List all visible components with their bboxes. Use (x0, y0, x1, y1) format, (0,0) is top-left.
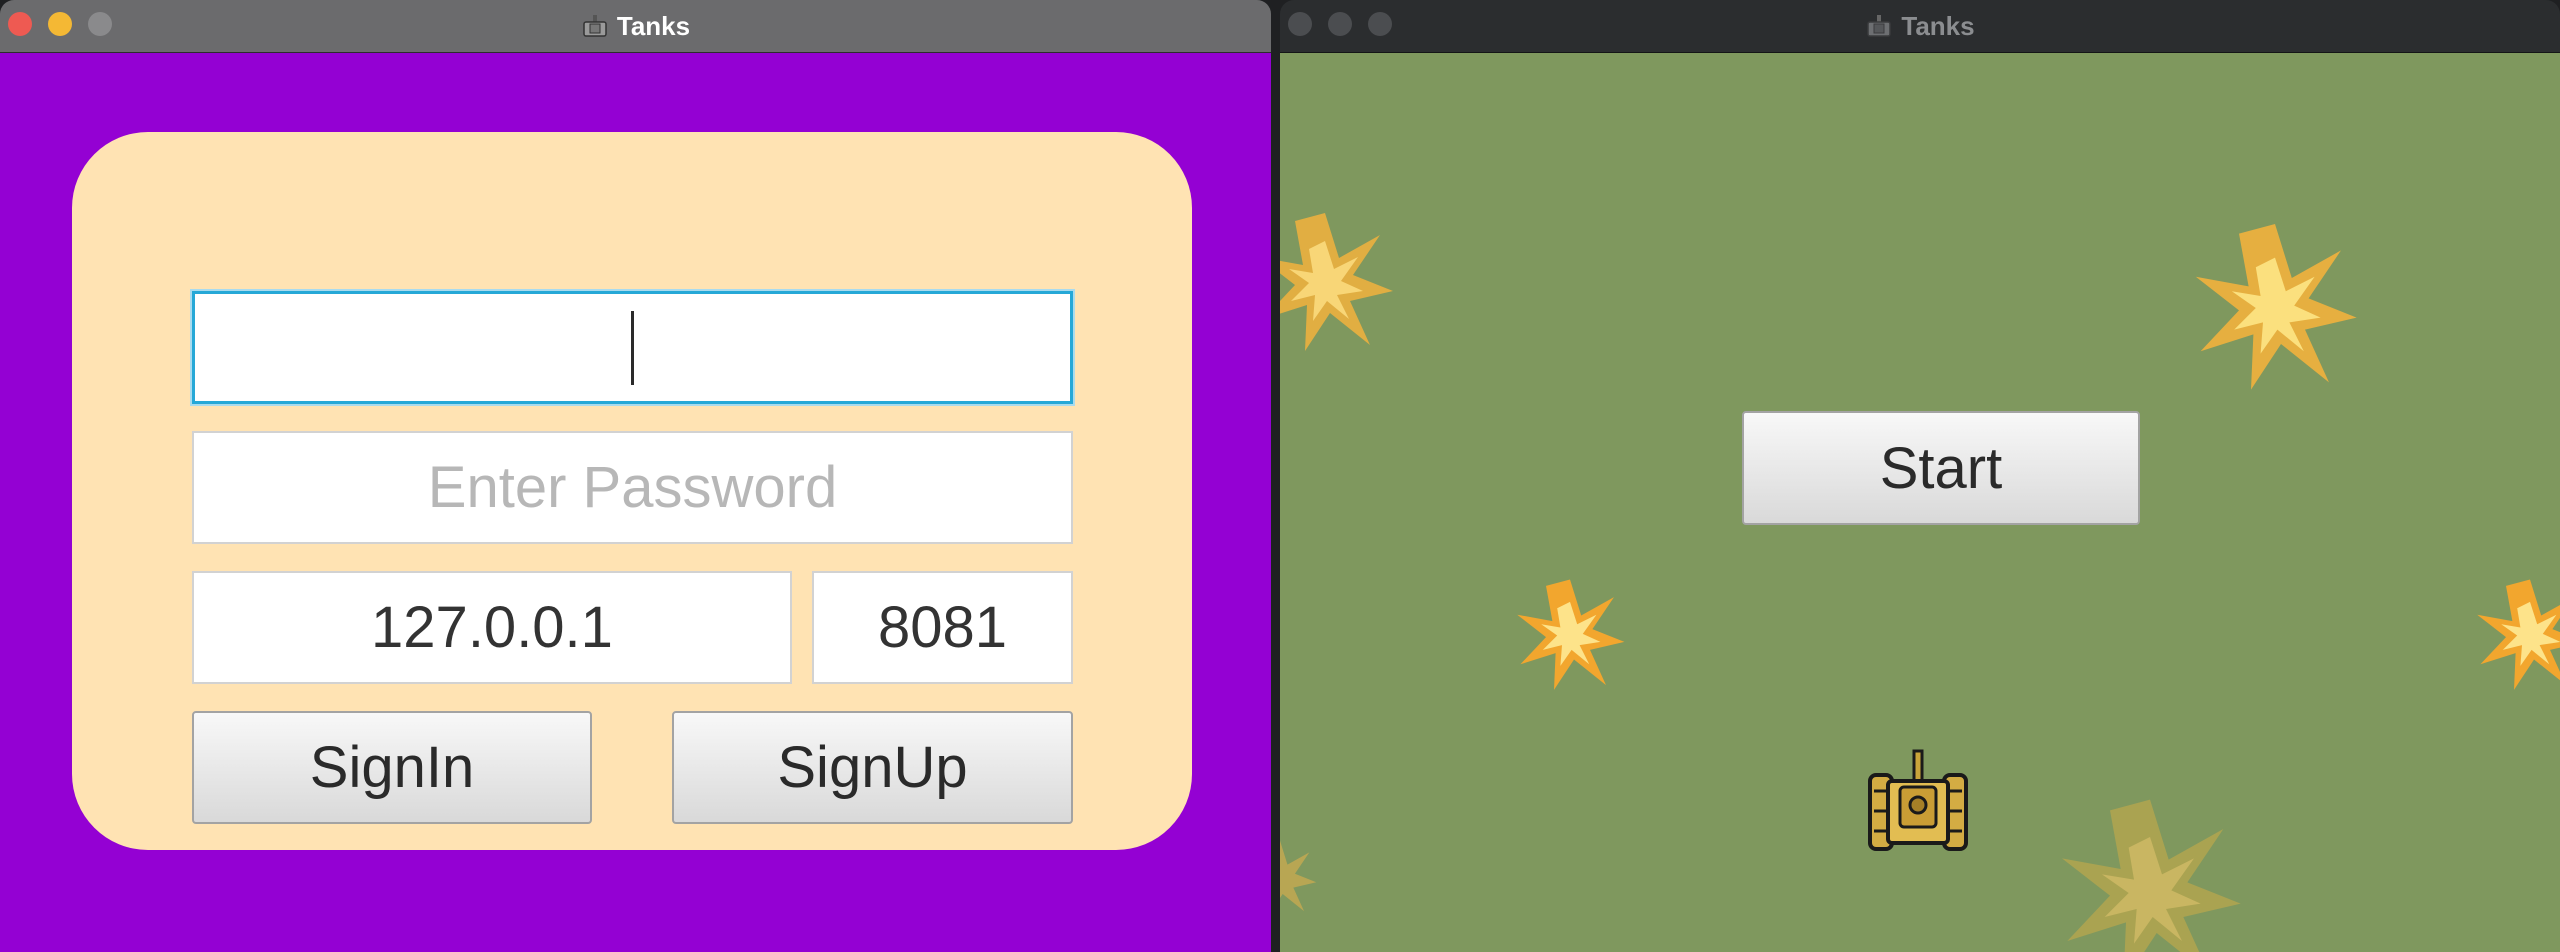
close-button[interactable] (8, 12, 32, 36)
signup-button[interactable]: SignUp (672, 711, 1073, 824)
window-title-text: Tanks (616, 10, 691, 41)
explosion-icon (1517, 579, 1625, 690)
zoom-button[interactable] (88, 12, 112, 36)
game-titlebar: Tanks (1280, 0, 2560, 53)
minimize-button[interactable] (1328, 12, 1352, 36)
port-value: 8081 (877, 595, 1008, 660)
host-value: 127.0.0.1 (371, 595, 613, 660)
minimize-button[interactable] (48, 12, 72, 36)
password-placeholder: Enter Password (427, 455, 838, 520)
explosion-icon (1280, 840, 1317, 912)
signup-label: SignUp (777, 735, 968, 800)
signin-button[interactable]: SignIn (192, 711, 592, 824)
start-button[interactable]: Start (1742, 411, 2140, 525)
tank-icon (1867, 15, 1892, 37)
login-content: Enter Password 127.0.0.1 8081 SignIn Sig… (0, 53, 1271, 952)
username-input[interactable] (192, 291, 1073, 404)
window-title: Tanks (1865, 10, 1975, 42)
explosion-icon (1280, 213, 1393, 351)
text-cursor (631, 310, 634, 385)
game-window: Tanks Start (1280, 0, 2560, 952)
password-input[interactable]: Enter Password (192, 431, 1073, 544)
window-title: Tanks (581, 11, 690, 42)
game-canvas[interactable]: Start (1280, 53, 2560, 952)
tank-icon (1868, 749, 1968, 851)
login-titlebar: Tanks (0, 0, 1271, 53)
tank-icon (583, 15, 607, 37)
zoom-button[interactable] (1368, 12, 1392, 36)
signin-label: SignIn (309, 735, 475, 800)
start-label: Start (1879, 435, 2003, 501)
login-window: Tanks Enter Password 127.0.0.1 8081 Sign… (0, 0, 1271, 952)
login-card: Enter Password 127.0.0.1 8081 SignIn Sig… (72, 132, 1192, 850)
window-title-text: Tanks (1901, 10, 1975, 41)
explosion-icon (2477, 579, 2560, 690)
host-input[interactable]: 127.0.0.1 (192, 571, 792, 684)
close-button[interactable] (1288, 12, 1312, 36)
explosion-icon (2195, 224, 2357, 390)
explosion-icon (2062, 799, 2241, 952)
window-controls (1288, 12, 1392, 36)
port-input[interactable]: 8081 (812, 571, 1073, 684)
window-controls (8, 12, 112, 36)
